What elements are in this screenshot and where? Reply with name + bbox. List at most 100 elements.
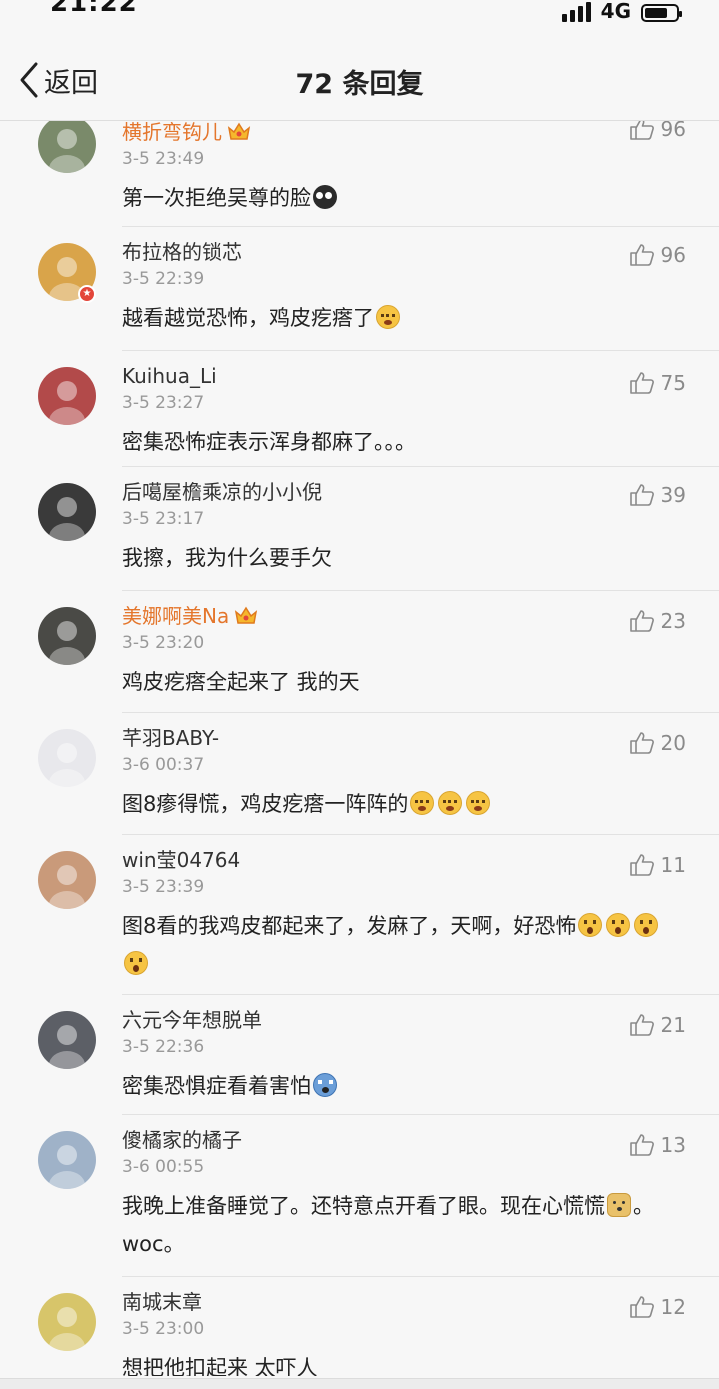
shock-emoji-icon: [606, 913, 631, 937]
like-count: 13: [660, 1133, 686, 1157]
comment-username[interactable]: 横折弯钩儿: [122, 121, 683, 147]
comment-username[interactable]: 美娜啊美Na: [122, 601, 683, 631]
comment-text-body: 密集恐惧症看着害怕: [122, 1074, 311, 1098]
like-button[interactable]: 96: [629, 121, 686, 141]
comment-content: 横折弯钩儿 3-5 23:49 第一次拒绝吴尊的脸: [0, 121, 719, 217]
comment-text: 图8看的我鸡皮都起来了，发麻了，天啊，好恐怖: [122, 907, 683, 983]
comment-item: 南城末章 3-5 23:00 想把他扣起来 太吓人 12: [0, 1277, 719, 1376]
like-count: 21: [660, 1013, 686, 1037]
comment-content: win莹04764 3-5 23:39 图8看的我鸡皮都起来了，发麻了，天啊，好恐怖: [0, 835, 719, 983]
like-button[interactable]: 12: [629, 1295, 686, 1319]
comment-text-body: 图8瘆得慌，鸡皮疙瘩一阵阵的: [122, 792, 409, 816]
username-text: 横折弯钩儿: [122, 121, 222, 144]
comment-username[interactable]: 芊羽BABY-: [122, 723, 683, 753]
username-text: 六元今年想脱单: [122, 1008, 262, 1032]
girl-cartoon-avatar[interactable]: [38, 367, 96, 425]
username-text: 布拉格的锁芯: [122, 240, 242, 264]
comment-item: win莹04764 3-5 23:39 图8看的我鸡皮都起来了，发麻了，天啊，好恐怖…: [0, 835, 719, 995]
doge-emoji-icon: [607, 1193, 631, 1217]
comment-username[interactable]: win莹04764: [122, 845, 683, 875]
comment-time: 3-5 23:39: [122, 877, 205, 897]
comment-time: 3-5 22:36: [122, 1037, 205, 1057]
landscape-avatar[interactable]: [38, 851, 96, 909]
comment-text: 鸡皮疙瘩全起来了 我的天: [122, 663, 683, 701]
comment-username[interactable]: 南城末章: [122, 1287, 683, 1317]
comment-content: 六元今年想脱单 3-5 22:36 密集恐惧症看着害怕: [0, 995, 719, 1105]
comment-item: 美娜啊美Na 3-5 23:20 鸡皮疙瘩全起来了 我的天 23: [0, 591, 719, 713]
comment-username[interactable]: 傻橘家的橘子: [122, 1125, 683, 1155]
portrait-avatar[interactable]: [38, 483, 96, 541]
cartoon-avatar[interactable]: [38, 1293, 96, 1351]
comment-time: 3-5 23:49: [122, 149, 205, 169]
comment-item: 后噶屋檐乘凉的小小倪 3-5 23:17 我擦，我为什么要手欠 39: [0, 467, 719, 591]
vip-crown-icon: [227, 122, 251, 140]
comment-content: 傻橘家的橘子 3-6 00:55 我晚上准备睡觉了。还特意点开看了眼。现在心慌慌 。w…: [0, 1115, 719, 1263]
like-button[interactable]: 23: [629, 609, 686, 633]
comment-text: 密集恐惧症看着害怕: [122, 1067, 683, 1105]
portrait-avatar[interactable]: [38, 1011, 96, 1069]
comment-item: 傻橘家的橘子 3-6 00:55 我晚上准备睡觉了。还特意点开看了眼。现在心慌慌 。w…: [0, 1115, 719, 1277]
cry-emoji-icon: [466, 791, 491, 815]
battery-icon: [641, 4, 682, 22]
comment-text-body: 图8看的我鸡皮都起来了，发麻了，天啊，好恐怖: [122, 914, 577, 938]
thumbs-up-icon: [629, 484, 654, 506]
comment-item: 六元今年想脱单 3-5 22:36 密集恐惧症看着害怕 21: [0, 995, 719, 1115]
comment-item: ★ 布拉格的锁芯 3-5 22:39 越看越觉恐怖，鸡皮疙瘩了 96: [0, 227, 719, 351]
comment-text: 图8瘆得慌，鸡皮疙瘩一阵阵的: [122, 785, 683, 823]
like-button[interactable]: 39: [629, 483, 686, 507]
page-title: 72 条回复: [295, 69, 424, 100]
comment-time: 3-5 23:17: [122, 509, 205, 529]
comment-username[interactable]: 布拉格的锁芯: [122, 237, 683, 267]
comment-text: 第一次拒绝吴尊的脸: [122, 179, 683, 217]
like-button[interactable]: 11: [629, 853, 686, 877]
username-text: 美娜啊美Na: [122, 604, 230, 628]
username-text: Kuihua_Li: [122, 364, 217, 388]
comment-item: 芊羽BABY- 3-6 00:37 图8瘆得慌，鸡皮疙瘩一阵阵的 20: [0, 713, 719, 835]
like-button[interactable]: 13: [629, 1133, 686, 1157]
status-time: 21:22: [50, 0, 138, 18]
cry-emoji-icon: [376, 305, 400, 329]
comment-username[interactable]: 六元今年想脱单: [122, 1005, 683, 1035]
comment-text: 想把他扣起来 太吓人: [122, 1349, 683, 1376]
like-count: 75: [660, 371, 686, 395]
comment-time: 3-5 22:39: [122, 269, 205, 289]
like-count: 23: [660, 609, 686, 633]
rabbit-avatar[interactable]: [38, 729, 96, 787]
comment-text: 越看越觉恐怖，鸡皮疙瘩了: [122, 299, 683, 337]
like-button[interactable]: 21: [629, 1013, 686, 1037]
like-button[interactable]: 20: [629, 731, 686, 755]
thumbs-up-icon: [629, 854, 654, 876]
comment-content: 芊羽BABY- 3-6 00:37 图8瘆得慌，鸡皮疙瘩一阵阵的: [0, 713, 719, 823]
comment-content: Kuihua_Li 3-5 23:27 密集恐怖症表示浑身都麻了。。。: [0, 351, 719, 461]
comment-text-body: 我晚上准备睡觉了。还特意点开看了眼。现在心慌慌: [122, 1194, 605, 1218]
comment-time: 3-6 00:37: [122, 755, 205, 775]
status-indicators: 4G: [561, 0, 682, 22]
comment-text: 我晚上准备睡觉了。还特意点开看了眼。现在心慌慌 。woc。: [122, 1187, 683, 1263]
mask-emoji-icon: [313, 185, 337, 209]
comment-content: 南城末章 3-5 23:00 想把他扣起来 太吓人: [0, 1277, 719, 1376]
comment-text-body: 第一次拒绝吴尊的脸: [122, 186, 311, 210]
comment-username[interactable]: 后噶屋檐乘凉的小小倪: [122, 477, 683, 507]
comment-text-body: 我擦，我为什么要手欠: [122, 546, 332, 570]
portrait-avatar[interactable]: [38, 607, 96, 665]
like-button[interactable]: 96: [629, 243, 686, 267]
signal-icon: [561, 0, 591, 22]
comment-list[interactable]: 横折弯钩儿 3-5 23:49 第一次拒绝吴尊的脸 96 ★ 布拉格的锁芯 3-5 22:3…: [0, 121, 719, 1376]
nav-bar: 返回 72 条回复: [0, 40, 719, 121]
comment-time: 3-5 23:27: [122, 393, 205, 413]
comment-text-body: 鸡皮疙瘩全起来了 我的天: [122, 670, 360, 694]
boy-cartoon-avatar[interactable]: [38, 1131, 96, 1189]
comment-time: 3-6 00:55: [122, 1157, 205, 1177]
comment-item: 横折弯钩儿 3-5 23:49 第一次拒绝吴尊的脸 96: [0, 121, 719, 227]
username-text: 后噶屋檐乘凉的小小倪: [122, 480, 322, 504]
fear-emoji-icon: [313, 1073, 337, 1097]
bottom-bar: [0, 1378, 719, 1389]
comment-text: 密集恐怖症表示浑身都麻了。。。: [122, 423, 683, 461]
comment-text-body: 越看越觉恐怖，鸡皮疙瘩了: [122, 306, 374, 330]
comment-username[interactable]: Kuihua_Li: [122, 361, 683, 391]
thumbs-up-icon: [629, 244, 654, 266]
status-bar: 21:22 4G: [0, 0, 719, 24]
like-count: 96: [660, 243, 686, 267]
like-button[interactable]: 75: [629, 371, 686, 395]
username-text: win莹04764: [122, 848, 241, 872]
